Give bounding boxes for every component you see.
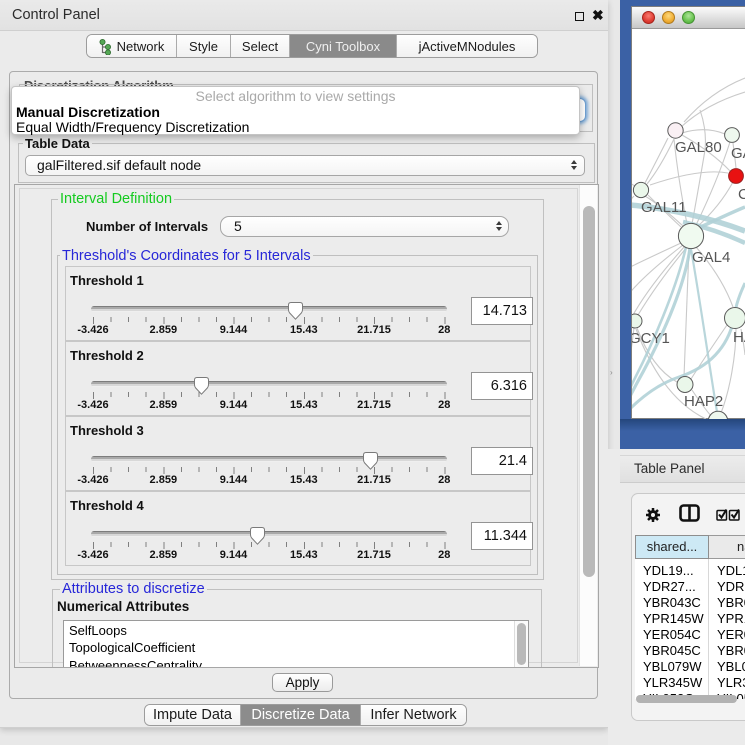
- svg-text:HAP2: HAP2: [684, 393, 723, 410]
- svg-text:GAL80: GAL80: [675, 139, 722, 156]
- svg-text:CY: CY: [738, 186, 745, 203]
- svg-text:GAL4: GAL4: [692, 249, 730, 266]
- svg-text:GCY1: GCY1: [632, 330, 670, 347]
- svg-text:GAL11: GAL11: [641, 199, 687, 216]
- svg-text:GA: GA: [731, 145, 745, 162]
- svg-text:HA: HA: [733, 329, 745, 346]
